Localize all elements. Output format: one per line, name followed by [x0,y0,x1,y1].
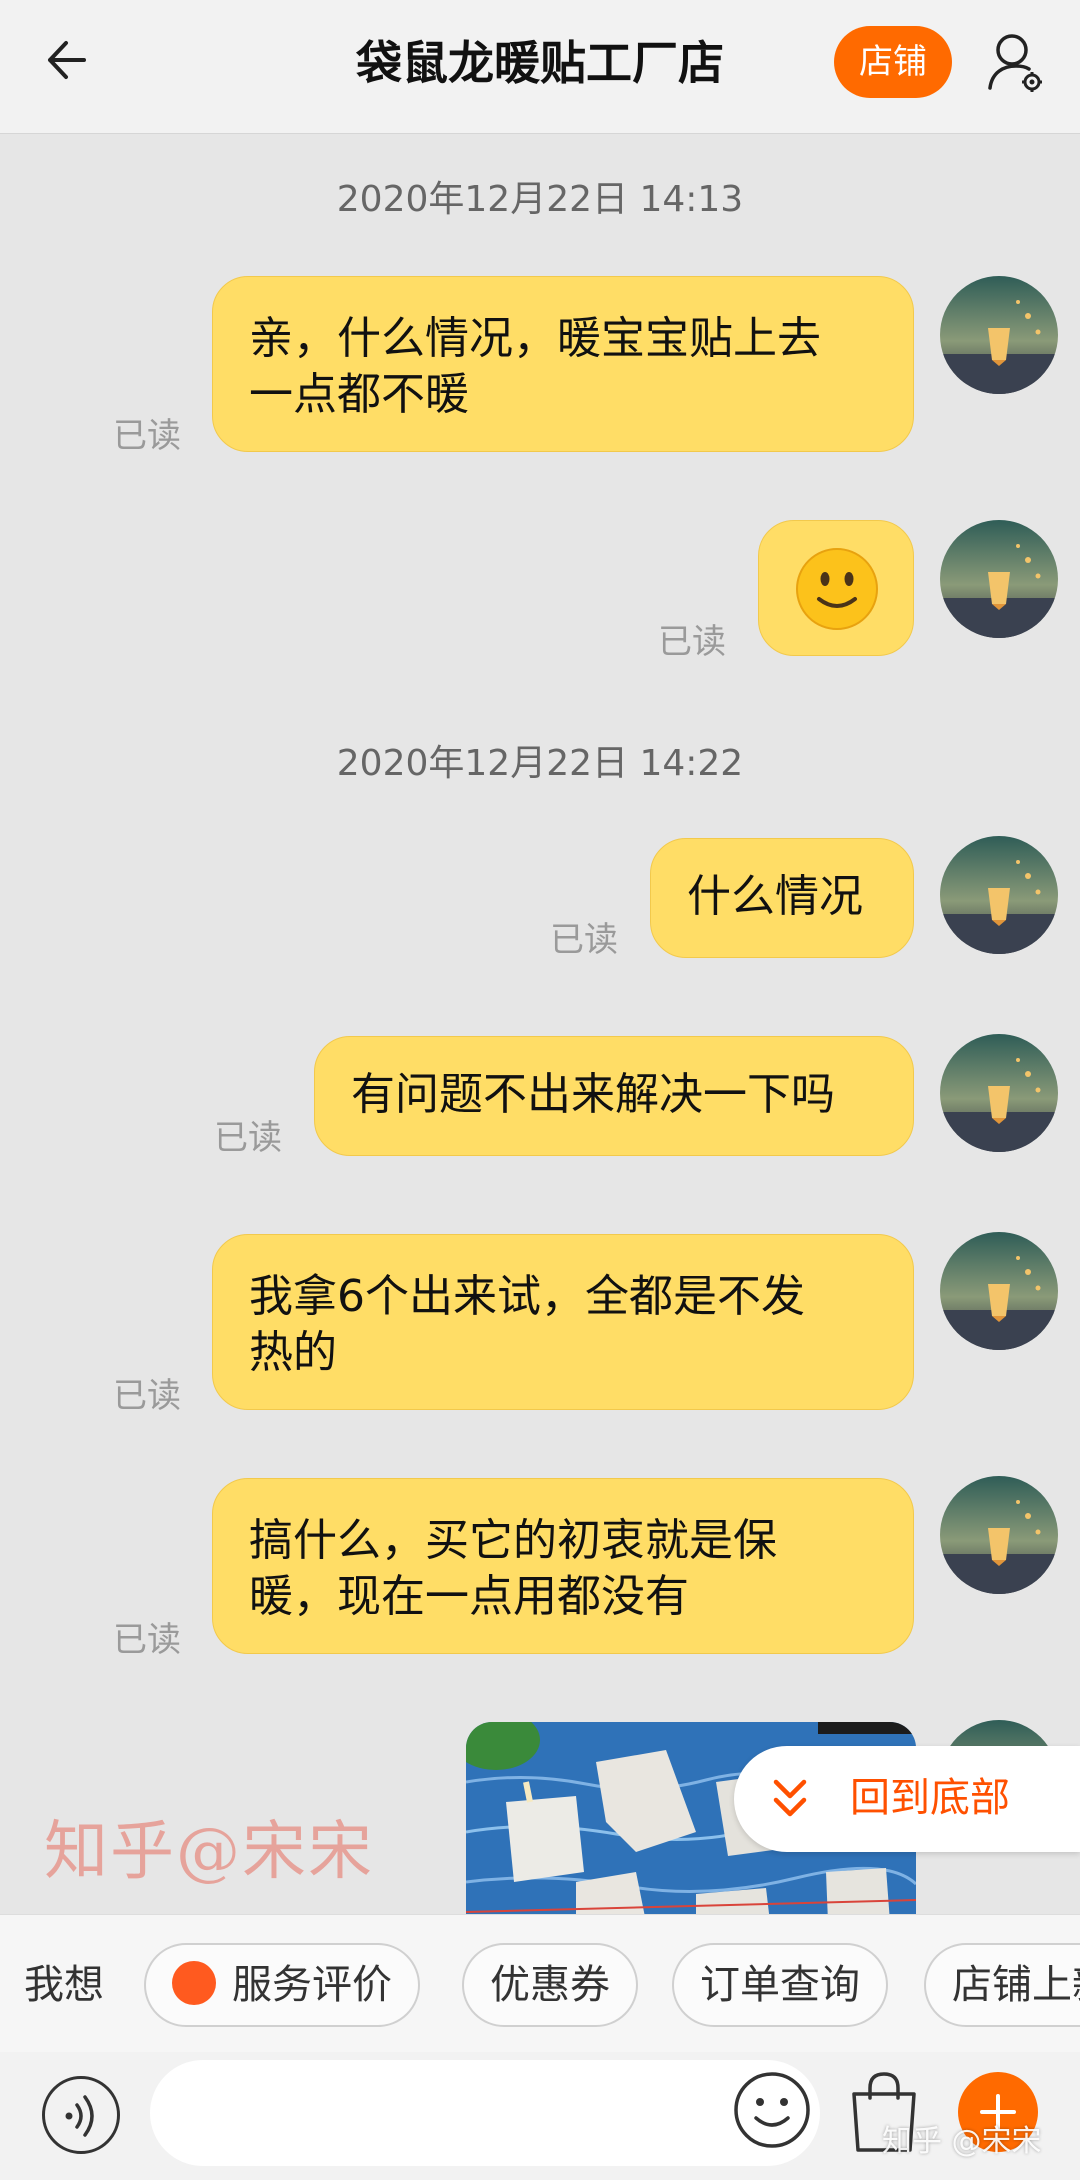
avatar[interactable] [940,276,1058,394]
message-text: 我拿6个出来试，全都是不发 [249,1271,805,1322]
message-text: 暖，现在一点用都没有 [249,1571,689,1622]
message-text: 热的 [249,1327,337,1378]
message-bubble[interactable]: 搞什么，买它的初衷就是保 暖，现在一点用都没有 [212,1478,914,1654]
read-status: 已读 [214,1118,282,1158]
back-to-bottom-label: 回到底部 [850,1775,1010,1821]
watermark: 知乎@宋宋 [44,1815,374,1889]
quick-action-label: 我想 [24,1962,104,2008]
message-text: 有问题不出来解决一下吗 [351,1069,835,1120]
chip-label: 店铺上新 [952,1962,1080,2008]
back-to-bottom-button[interactable]: 回到底部 [734,1746,1080,1852]
timestamp: 2020年12月22日 14:13 [336,179,744,220]
chip-coupon[interactable]: 优惠券 [462,1943,638,2027]
message-text: 搞什么，买它的初衷就是保 [249,1515,777,1566]
avatar[interactable] [940,1232,1058,1350]
avatar[interactable] [940,836,1058,954]
chip-label: 订单查询 [700,1962,860,2008]
message-text: 亲，什么情况，暖宝宝贴上去 [249,313,821,364]
flower-icon [172,1961,216,2005]
read-status: 已读 [550,920,618,960]
avatar[interactable] [940,1476,1058,1594]
chip-label: 优惠券 [490,1962,610,2008]
read-status: 已读 [113,416,181,456]
site-watermark: 知乎 @宋宋 [882,2124,1042,2159]
chip-order-query[interactable]: 订单查询 [672,1943,888,2027]
message-bubble[interactable]: 有问题不出来解决一下吗 [314,1036,914,1156]
message-text: 什么情况 [687,871,863,922]
user-settings-icon[interactable] [986,28,1046,98]
message-bubble[interactable]: 亲，什么情况，暖宝宝贴上去 一点都不暖 [212,276,914,452]
shop-button[interactable]: 店铺 [834,26,952,98]
avatar[interactable] [940,1034,1058,1152]
read-status: 已读 [113,1620,181,1660]
voice-button[interactable] [42,2076,120,2154]
emoji-icon[interactable] [732,2070,812,2150]
message-input[interactable] [150,2060,820,2166]
message-bubble[interactable]: 我拿6个出来试，全都是不发 热的 [212,1234,914,1410]
quick-action-bar: 我想 服务评价 优惠券 订单查询 店铺上新 [0,1914,1080,2052]
double-chevron-down-icon [773,1779,807,1817]
message-bubble[interactable]: 什么情况 [650,838,914,958]
chip-label: 服务评价 [232,1962,392,2008]
avatar[interactable] [940,520,1058,638]
timestamp: 2020年12月22日 14:22 [336,743,744,784]
chat-header: 袋鼠龙暖贴工厂店 店铺 [0,0,1080,134]
read-status: 已读 [113,1376,181,1416]
slightly-smiling-face-icon [796,548,878,630]
read-status: 已读 [658,622,726,662]
voice-icon [65,2095,94,2137]
chip-service-review[interactable]: 服务评价 [144,1943,420,2027]
chip-new-arrivals[interactable]: 店铺上新 [924,1943,1080,2027]
message-bubble[interactable] [758,520,914,656]
message-text: 一点都不暖 [249,369,469,420]
